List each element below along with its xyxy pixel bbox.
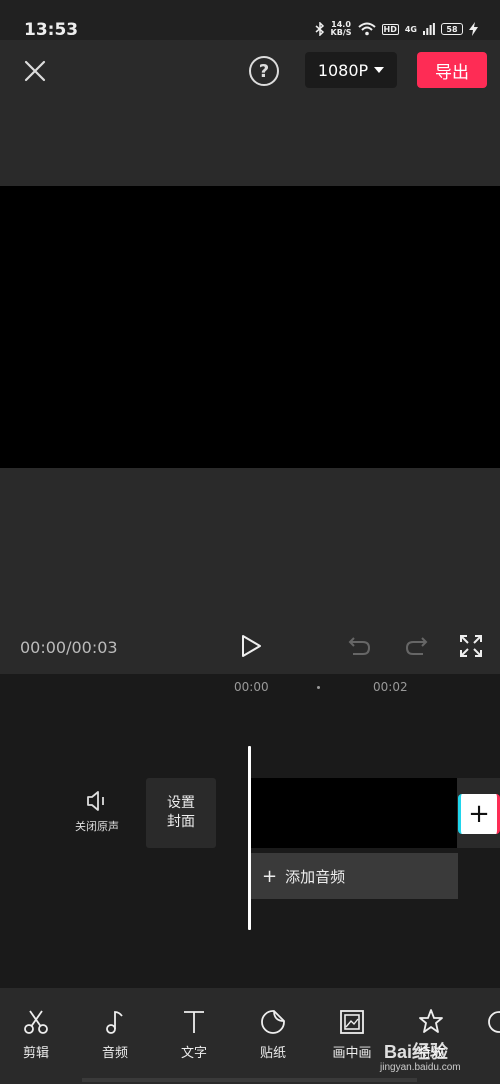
redo-button[interactable] — [403, 634, 429, 658]
caret-down-icon — [374, 67, 385, 73]
video-clip[interactable] — [251, 778, 457, 848]
tool-picture-in-picture[interactable]: 画中画 — [327, 1008, 377, 1061]
tool-more-partial[interactable] — [485, 1008, 500, 1036]
signal-label: 4G — [404, 24, 417, 34]
tool-label: 剪辑 — [22, 1046, 49, 1061]
tool-text[interactable]: 文字 — [169, 1008, 219, 1061]
partial-icon — [488, 1011, 500, 1033]
sticker-icon — [261, 1010, 285, 1034]
wifi-icon — [357, 22, 376, 36]
tool-sticker[interactable]: 贴纸 — [248, 1008, 298, 1061]
resolution-value: 1080P — [317, 60, 369, 80]
timeline-tick: 00:00 — [234, 680, 269, 694]
export-button[interactable]: 导出 — [417, 52, 487, 88]
status-bar: 13:53 14.0 KB/S HD 4G 58 — [0, 0, 500, 40]
tool-edit[interactable]: 剪辑 — [11, 1008, 61, 1061]
play-button[interactable] — [238, 633, 264, 659]
status-icons: 14.0 KB/S HD 4G 58 — [315, 21, 478, 37]
fullscreen-icon — [460, 635, 482, 657]
speaker-icon — [87, 791, 104, 811]
help-icon: ? — [258, 60, 270, 82]
plus-icon: + — [468, 799, 490, 829]
effects-star-icon — [419, 1009, 443, 1033]
tool-label: 贴纸 — [259, 1046, 286, 1061]
play-icon — [242, 635, 261, 657]
mute-original-button[interactable]: 关闭原声 — [70, 790, 124, 834]
close-button[interactable] — [18, 54, 52, 88]
cover-label-line2: 封面 — [167, 814, 195, 830]
add-clip-button[interactable]: + — [458, 794, 500, 834]
help-button[interactable]: ? — [249, 56, 279, 86]
editor-top-bar: ? 1080P 导出 — [0, 40, 500, 104]
undo-icon — [348, 637, 371, 655]
set-cover-button[interactable]: 设置 封面 — [146, 778, 216, 848]
undo-button[interactable] — [347, 634, 373, 658]
video-preview[interactable] — [0, 186, 500, 468]
timecode: 00:00/00:03 — [20, 638, 118, 657]
timeline-tick-dot — [317, 686, 320, 689]
mute-original-label: 关闭原声 — [75, 820, 119, 833]
redo-icon — [405, 637, 428, 655]
picture-in-picture-icon — [340, 1010, 364, 1034]
plus-icon: + — [262, 865, 278, 887]
watermark-logo: Bai经验 — [384, 1042, 449, 1062]
playhead[interactable] — [248, 746, 251, 930]
tool-label: 画中画 — [332, 1046, 372, 1061]
tool-audio[interactable]: 音频 — [90, 1008, 140, 1061]
signal-icon — [423, 23, 435, 35]
add-audio-button[interactable]: + 添加音频 — [251, 853, 458, 899]
preview-padding-top — [0, 104, 500, 186]
scissors-icon — [24, 1010, 48, 1034]
hd-badge: HD — [381, 23, 399, 35]
watermark-url: jingyan.baidu.com — [380, 1062, 461, 1073]
add-audio-label: 添加音频 — [285, 867, 346, 886]
net-speed: 14.0 KB/S — [330, 20, 352, 37]
text-icon — [184, 1011, 204, 1033]
battery-icon: 58 — [441, 23, 463, 35]
music-note-icon — [106, 1011, 123, 1034]
tool-label: 文字 — [180, 1046, 207, 1061]
cover-label-line1: 设置 — [167, 795, 195, 811]
status-time: 13:53 — [24, 20, 79, 40]
tool-label: 音频 — [101, 1046, 128, 1061]
close-icon — [24, 60, 46, 82]
resolution-dropdown[interactable]: 1080P — [305, 52, 397, 88]
fullscreen-button[interactable] — [459, 634, 483, 658]
bluetooth-icon — [315, 22, 324, 36]
home-indicator — [82, 1078, 417, 1082]
charging-icon — [469, 22, 478, 36]
timeline-tick: 00:02 — [373, 680, 408, 694]
